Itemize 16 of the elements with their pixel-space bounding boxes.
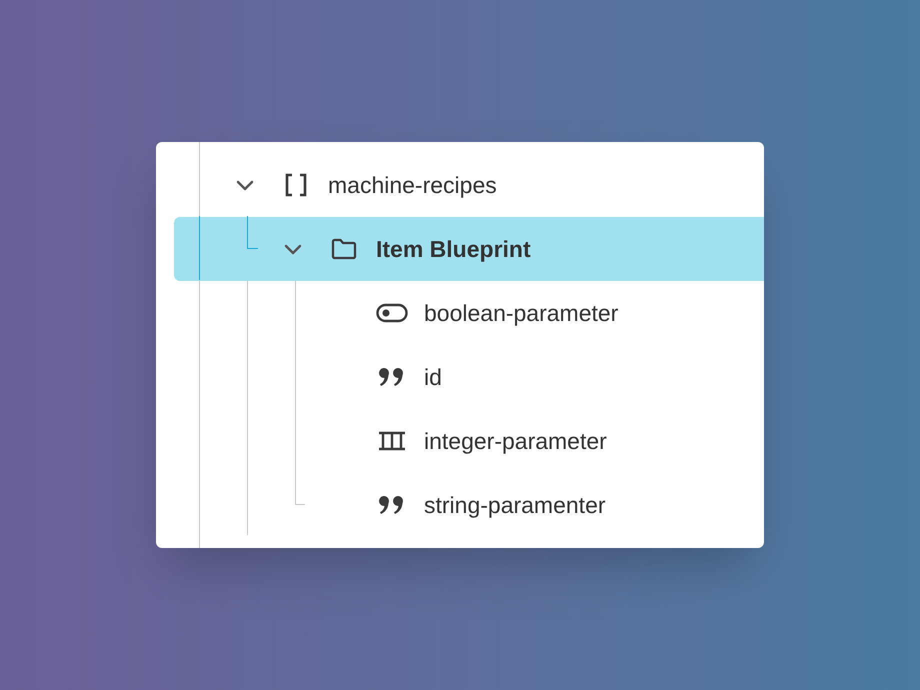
numeral-icon (377, 431, 407, 451)
tree-row[interactable]: string-paramenter (174, 473, 764, 537)
brackets-icon (283, 172, 309, 198)
node-label: id (424, 362, 442, 392)
tree-row[interactable]: boolean-parameter (174, 281, 764, 345)
folder-icon (330, 237, 358, 261)
node-label: integer-parameter (424, 426, 607, 456)
tree-row[interactable]: machine-recipes (174, 153, 764, 217)
tree-row[interactable]: Item Blueprint (174, 217, 764, 281)
node-label: machine-recipes (328, 170, 497, 200)
toggle-icon (376, 303, 408, 323)
tree-row[interactable]: integer-parameter (174, 409, 764, 473)
tree-row[interactable]: id (174, 345, 764, 409)
node-label: Item Blueprint (376, 234, 531, 264)
node-label: boolean-parameter (424, 298, 618, 328)
node-label: string-paramenter (424, 490, 606, 520)
